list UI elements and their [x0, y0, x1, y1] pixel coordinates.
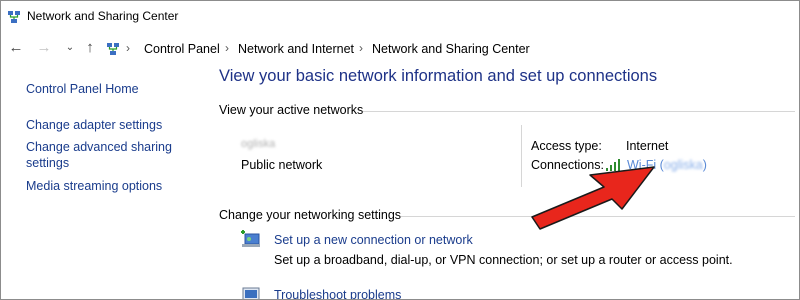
title-bar: Network and Sharing Center [1, 1, 799, 33]
recent-chevron-icon[interactable]: ⌄ [61, 38, 79, 58]
wifi-connection-name: ogliska [663, 158, 703, 172]
troubleshoot-icon [242, 287, 260, 299]
media-streaming-options-link[interactable]: Media streaming options [26, 178, 162, 194]
control-panel-home-link[interactable]: Control Panel Home [26, 81, 139, 97]
section-divider [363, 111, 795, 112]
back-icon[interactable]: ← [7, 38, 25, 58]
red-arrow-annotation [531, 166, 655, 230]
network-type[interactable]: Public network [241, 158, 322, 172]
wifi-connection-suffix: ) [702, 158, 707, 172]
troubleshoot-problems-link[interactable]: Troubleshoot problems [274, 288, 401, 299]
window: Network and Sharing Center ← → ⌄ ↑ › Con… [0, 0, 800, 300]
breadcrumb-control-panel[interactable]: Control Panel [144, 42, 220, 56]
setup-new-connection-link[interactable]: Set up a new connection or network [274, 233, 473, 247]
network-icon [107, 43, 119, 55]
forward-icon[interactable]: → [35, 38, 53, 58]
breadcrumb-network-and-sharing-center[interactable]: Network and Sharing Center [372, 42, 530, 56]
change-adapter-settings-link[interactable]: Change adapter settings [26, 117, 162, 133]
access-type-label: Access type: [531, 139, 602, 153]
setup-new-connection-description: Set up a broadband, dial-up, or VPN conn… [274, 253, 733, 267]
breadcrumb-separator-icon[interactable]: › [126, 41, 130, 55]
access-type-value: Internet [626, 139, 669, 153]
change-advanced-sharing-settings-link[interactable]: Change advanced sharing settings [26, 139, 176, 171]
page-title: View your basic network information and … [219, 67, 658, 85]
up-icon[interactable]: ↑ [81, 38, 99, 58]
change-settings-title: Change your networking settings [219, 208, 402, 222]
new-connection-icon [241, 230, 260, 247]
window-title: Network and Sharing Center [27, 9, 179, 23]
vertical-divider [521, 125, 522, 187]
address-bar[interactable]: › Control Panel › Network and Internet ›… [101, 37, 798, 61]
active-networks-title: View your active networks [219, 103, 364, 117]
breadcrumb-separator-icon[interactable]: › [225, 41, 229, 55]
network-name: ogliska [241, 138, 276, 150]
breadcrumb-separator-icon[interactable]: › [359, 41, 363, 55]
navigation-bar: ← → ⌄ ↑ › Control Panel › Network and In… [1, 34, 799, 62]
network-icon [8, 11, 20, 23]
breadcrumb-network-and-internet[interactable]: Network and Internet [238, 42, 354, 56]
